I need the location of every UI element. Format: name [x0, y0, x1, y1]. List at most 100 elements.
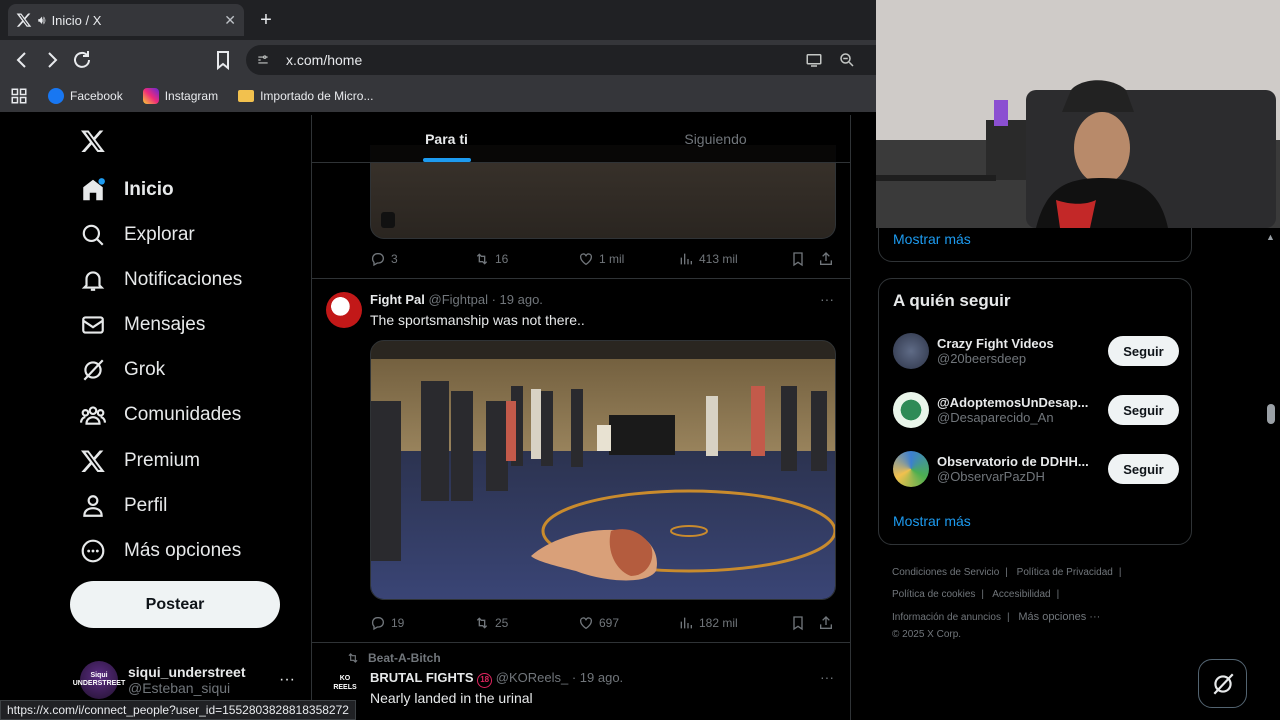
scroll-up-icon[interactable]: ▲	[1266, 232, 1275, 242]
new-tab-button[interactable]: +	[256, 8, 276, 32]
reload-icon[interactable]	[70, 48, 94, 72]
show-more-link[interactable]: Mostrar más	[893, 231, 971, 247]
speaker-icon[interactable]: 🔊︎	[38, 13, 46, 28]
post-text: The sportsmanship was not there..	[370, 312, 585, 328]
zoom-icon[interactable]	[837, 51, 857, 69]
post-author-name[interactable]: Fight Pal	[370, 292, 425, 307]
scrollbar-thumb[interactable]	[1267, 404, 1275, 424]
bookmark-page-icon[interactable]	[211, 48, 235, 72]
install-app-icon[interactable]	[804, 51, 824, 69]
grok-icon	[83, 359, 104, 381]
nav-item-notificaciones[interactable]: Notificaciones	[80, 265, 242, 295]
bookmark-facebook[interactable]: Facebook	[48, 88, 123, 104]
avatar[interactable]: KO REELS	[332, 670, 358, 696]
repost-button[interactable]: 16	[474, 251, 578, 267]
follow-suggestion[interactable]: Crazy Fight Videos @20beersdeep Seguir	[893, 331, 1179, 371]
post-time[interactable]: · 19 ago.	[572, 670, 623, 685]
footer-more-link[interactable]: Más opciones ···	[1018, 611, 1100, 623]
post-more-icon[interactable]: ···	[820, 669, 834, 685]
reply-button[interactable]: 3	[370, 251, 474, 267]
nav-item-inicio[interactable]: Inicio	[80, 175, 174, 205]
views-button[interactable]: 413 mil	[678, 251, 788, 267]
views-button[interactable]: 182 mil	[678, 615, 788, 631]
avatar[interactable]	[893, 451, 929, 487]
bookmark-instagram[interactable]: Instagram	[142, 88, 218, 104]
nav-item-premium[interactable]: Premium	[80, 446, 200, 476]
follow-button[interactable]: Seguir	[1108, 395, 1179, 425]
nav-item-comunidades[interactable]: Comunidades	[80, 400, 241, 430]
repost-indicator[interactable]: Beat-A-Bitch	[346, 651, 441, 665]
post-video[interactable]	[370, 340, 836, 600]
post-time[interactable]: · 19 ago.	[492, 292, 543, 307]
footer-terms-link[interactable]: Condiciones de Servicio	[892, 567, 999, 578]
webcam-image	[876, 0, 1280, 228]
footer-separator: |	[981, 589, 984, 600]
nav-item-mensajes[interactable]: Mensajes	[80, 310, 205, 340]
nav-item-explorar[interactable]: Explorar	[80, 220, 195, 250]
follow-suggestion[interactable]: @AdoptemosUnDesap... @Desaparecido_An Se…	[893, 390, 1179, 430]
bookmark-icon[interactable]	[790, 615, 806, 631]
nav-item-perfil[interactable]: Perfil	[80, 491, 167, 521]
heart-icon	[580, 253, 592, 266]
account-switcher[interactable]: Siqui UNDERSTREET siqui_understreet @Est…	[73, 660, 295, 700]
post-button[interactable]: Postear	[70, 581, 280, 628]
post-more-icon[interactable]: ···	[820, 291, 834, 307]
back-icon[interactable]	[10, 48, 34, 72]
avatar[interactable]	[893, 392, 929, 428]
like-count: 697	[599, 616, 620, 630]
follow-suggestion[interactable]: Observatorio de DDHH... @ObservarPazDH S…	[893, 449, 1179, 489]
share-icon[interactable]	[818, 615, 834, 631]
wrestling-video-frame	[371, 341, 835, 599]
tab-close-icon[interactable]: ✕	[224, 12, 236, 29]
like-button[interactable]: 1 mil	[578, 251, 678, 267]
share-icon[interactable]	[818, 251, 834, 267]
site-info-icon[interactable]	[256, 53, 270, 67]
age-badge: 18	[477, 673, 493, 688]
browser-tab-strip: 🔊︎ Inicio / X ✕ +	[0, 0, 876, 40]
footer-cookies-link[interactable]: Política de cookies	[892, 589, 975, 600]
video-control-icon[interactable]	[381, 212, 395, 228]
nav-item-mas-opciones[interactable]: Más opciones	[80, 536, 241, 566]
x-logo-icon	[16, 13, 32, 27]
account-name: siqui_understreet	[128, 664, 246, 680]
forward-icon[interactable]	[40, 48, 64, 72]
post-author-handle[interactable]: @Fightpal	[429, 292, 488, 307]
nav-label: Mensajes	[124, 314, 206, 335]
browser-tab[interactable]: 🔊︎ Inicio / X ✕	[8, 4, 244, 36]
follow-button[interactable]: Seguir	[1108, 336, 1179, 366]
footer-privacy-link[interactable]: Política de Privacidad	[1017, 567, 1113, 578]
repost-count: 16	[495, 252, 509, 266]
footer-separator: |	[1056, 589, 1060, 600]
instagram-icon	[142, 88, 159, 104]
x-logo-icon[interactable]	[80, 128, 106, 154]
show-more-link[interactable]: Mostrar más	[893, 513, 971, 529]
address-bar[interactable]: x.com/home	[246, 45, 876, 75]
nav-item-grok[interactable]: Grok	[80, 355, 165, 385]
repost-button[interactable]: 25	[474, 615, 578, 631]
footer-ads-info-link[interactable]: Información de anuncios	[892, 612, 1001, 623]
reply-button[interactable]: 19	[370, 615, 474, 631]
tab-para-ti[interactable]: Para ti	[312, 115, 581, 162]
post-author-handle[interactable]: @KOReels_	[496, 670, 568, 685]
post-author-name[interactable]: BRUTAL FIGHTS	[370, 670, 474, 685]
footer-accessibility-link[interactable]: Accesibilidad	[992, 589, 1050, 600]
avatar[interactable]	[326, 292, 362, 328]
like-button[interactable]: 697	[578, 615, 678, 631]
like-count: 1 mil	[599, 252, 625, 266]
follow-button[interactable]: Seguir	[1108, 454, 1179, 484]
bookmark-imported-folder[interactable]: Importado de Micro...	[238, 89, 373, 103]
bookmark-icon[interactable]	[790, 251, 806, 267]
post-actions: 19 25 697 182 mil	[370, 613, 836, 633]
tab-siguiendo[interactable]: Siguiendo	[581, 115, 850, 162]
reposted-by: Beat-A-Bitch	[368, 651, 441, 665]
home-icon	[83, 178, 105, 201]
views-icon	[680, 253, 692, 265]
avatar[interactable]	[893, 333, 929, 369]
grok-floating-button[interactable]	[1198, 659, 1247, 708]
url-text: x.com/home	[286, 52, 363, 68]
reply-icon	[371, 617, 384, 631]
nav-label: Premium	[124, 450, 201, 471]
nav-label: Explorar	[124, 224, 195, 245]
apps-grid-icon[interactable]	[10, 87, 28, 105]
more-icon[interactable]: ···	[279, 671, 295, 689]
